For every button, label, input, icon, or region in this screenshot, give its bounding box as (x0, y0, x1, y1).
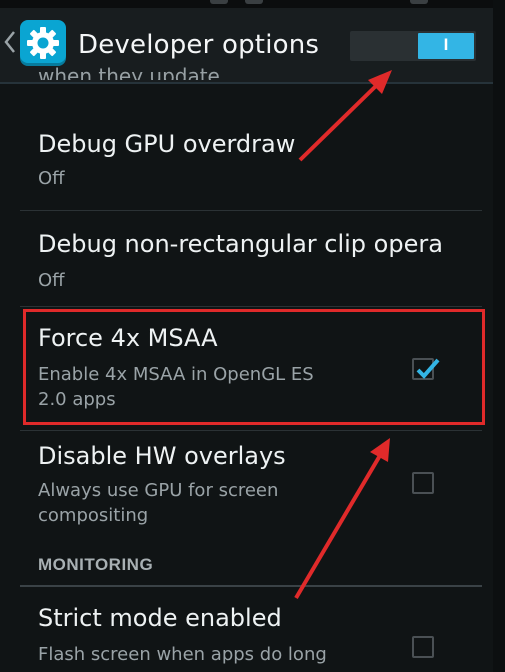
toggle-on-label: I (443, 35, 449, 54)
pref-title: Debug GPU overdraw (38, 130, 296, 158)
divider (20, 210, 482, 211)
gear-icon[interactable] (20, 20, 66, 66)
pref-title: Disable HW overlays (38, 442, 286, 470)
chevron-left-icon[interactable] (2, 28, 18, 56)
developer-options-toggle[interactable]: I (350, 31, 476, 61)
pref-summary-line: Flash screen when apps do long (38, 644, 327, 665)
pref-summary-line: compositing (38, 505, 149, 526)
pref-title: Strict mode enabled (38, 604, 282, 632)
status-bar (0, 0, 505, 8)
disable-hw-overlays-checkbox[interactable] (412, 472, 434, 494)
divider (20, 430, 482, 431)
pref-debug-gpu-overdraw[interactable]: Debug GPU overdraw Off (0, 120, 505, 200)
status-indicator (410, 0, 428, 4)
page-title: Developer options (78, 30, 320, 60)
pref-debug-non-rectangular-clip[interactable]: Debug non-rectangular clip opera Off (0, 222, 505, 302)
status-indicator (210, 0, 228, 4)
status-indicator (245, 0, 263, 4)
pref-summary: Off (38, 270, 65, 291)
section-header-monitoring: MONITORING (38, 555, 154, 574)
pref-summary-line: Always use GPU for screen (38, 480, 279, 501)
section-divider (20, 585, 482, 587)
previous-item-summary: when they update (38, 64, 220, 80)
highlight-annotation (23, 309, 485, 425)
pref-title: Debug non-rectangular clip opera (38, 230, 443, 258)
screen-edge (493, 0, 505, 672)
toggle-thumb: I (418, 33, 474, 59)
pref-summary: Off (38, 168, 65, 189)
pref-disable-hw-overlays[interactable]: Disable HW overlays Always use GPU for s… (0, 436, 505, 540)
pref-strict-mode[interactable]: Strict mode enabled Flash screen when ap… (0, 596, 505, 672)
divider (20, 306, 482, 307)
strict-mode-checkbox[interactable] (412, 636, 434, 658)
